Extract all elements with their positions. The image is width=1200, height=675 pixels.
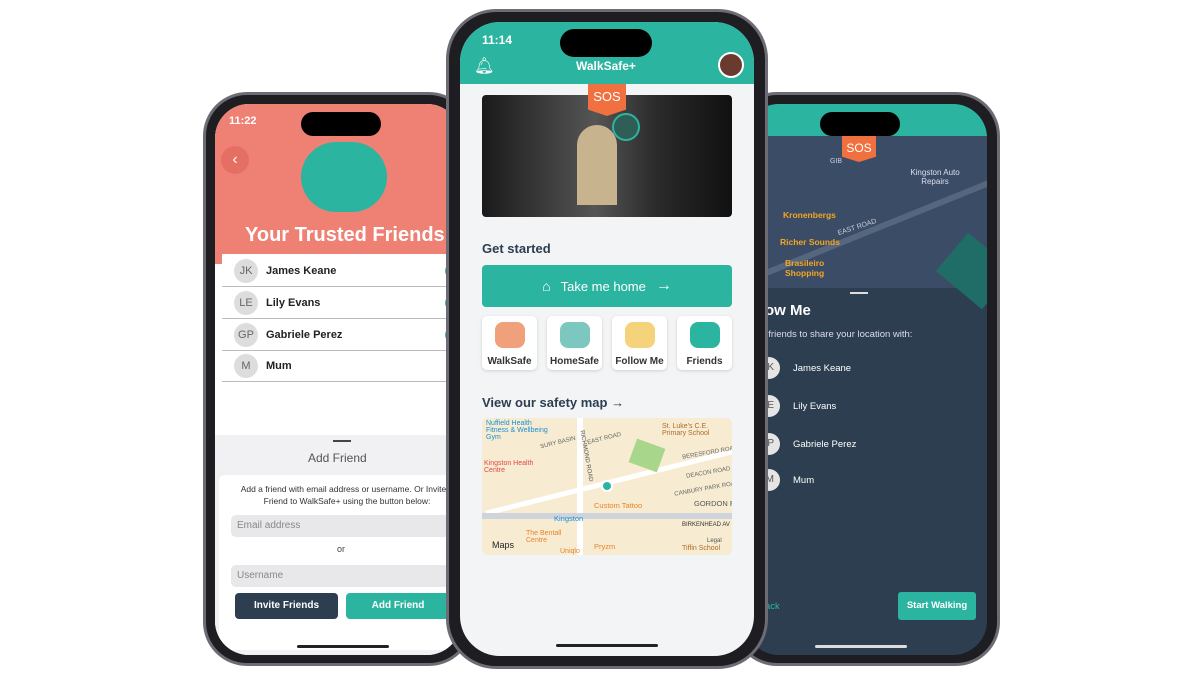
friend-name: Gabriele Perez xyxy=(266,329,343,341)
label: The Bentall Centre xyxy=(526,530,562,544)
safety-map-link[interactable]: View our safety map → xyxy=(482,395,624,410)
label: CANBURY PARK ROAD xyxy=(673,480,732,498)
label: Custom Tattoo xyxy=(594,501,643,510)
follow-me-icon xyxy=(624,322,655,348)
label: BIRKENHEAD AV xyxy=(682,522,730,528)
profile-avatar[interactable] xyxy=(718,52,744,78)
friends-list: JKJames Keane× LELily Evans× GPGabriele … xyxy=(222,254,461,394)
label: Follow Me xyxy=(615,356,664,367)
back-button[interactable]: ‹ xyxy=(221,146,249,174)
friend-row[interactable]: GPGabriele Perez× xyxy=(222,320,461,351)
tile-follow-me[interactable]: Follow Me xyxy=(612,316,667,370)
home-icon: ⌂ xyxy=(542,278,551,294)
right-screen: GIB Kingston Auto Repairs Kronenbergs EA… xyxy=(745,104,987,655)
shield-icon xyxy=(612,113,640,141)
subtitle: t friends to share your location with: xyxy=(763,329,913,340)
email-field[interactable]: Email address xyxy=(231,515,461,537)
maps-logo: Maps xyxy=(492,540,515,550)
label: View our safety map xyxy=(482,395,608,410)
friend-option[interactable]: Gabriele Perez xyxy=(793,439,856,450)
label: Kingston Health Centre xyxy=(484,460,534,474)
map-label: Brasileiro Shopping xyxy=(785,258,825,278)
tile-homesafe[interactable]: HomeSafe xyxy=(547,316,602,370)
friend-name: Mum xyxy=(266,360,292,372)
page-title: Your Trusted Friends xyxy=(245,224,445,246)
location-pin xyxy=(601,480,613,492)
sos-button[interactable]: SOS xyxy=(842,136,876,162)
map-label: Kingston Auto Repairs xyxy=(910,168,960,186)
friends-icon xyxy=(689,322,720,348)
walksafe-icon xyxy=(494,322,525,348)
avatar: LE xyxy=(234,291,258,315)
take-me-home-button[interactable]: ⌂ Take me home → xyxy=(482,265,732,307)
invite-friends-button[interactable]: Invite Friends xyxy=(235,593,338,619)
label: GORDON R xyxy=(694,499,732,508)
friend-row[interactable]: JKJames Keane× xyxy=(222,256,461,287)
arrow-right-icon: → xyxy=(655,277,672,294)
safety-map[interactable]: Nuffield Health Fitness & Wellbeing Gym … xyxy=(482,418,732,555)
friends-illustration-icon xyxy=(301,142,387,212)
avatar: M xyxy=(234,354,258,378)
follow-me-title: ow Me xyxy=(765,302,811,319)
friend-option[interactable]: James Keane xyxy=(793,363,851,374)
sheet-title: Add Friend xyxy=(308,451,367,465)
label: Kingston xyxy=(554,514,584,523)
bell-icon[interactable]: 🔔︎ xyxy=(474,56,494,76)
status-time: 11:14 xyxy=(482,33,513,47)
tile-walksafe[interactable]: WalkSafe xyxy=(482,316,537,370)
friend-option[interactable]: Mum xyxy=(793,475,814,486)
label: Nuffield Health Fitness & Wellbeing Gym xyxy=(486,420,548,441)
label: HomeSafe xyxy=(550,356,599,367)
avatar: JK xyxy=(234,259,258,283)
center-screen: 11:14 🔔︎ WalkSafe+ SOS Get started ⌂ Tak… xyxy=(460,22,754,656)
label: Tiffin School xyxy=(682,545,721,552)
add-friend-button[interactable]: Add Friend xyxy=(346,593,450,619)
left-screen: 11:22 ‹ Your Trusted Friends JK James Kea… xyxy=(215,104,461,655)
take-me-home-label: Take me home xyxy=(560,278,646,294)
map-label: Kronenbergs xyxy=(783,210,836,220)
friend-name: James Keane xyxy=(266,265,337,277)
label: Uniqlo xyxy=(560,548,580,555)
homesafe-icon xyxy=(559,322,590,348)
label: EAST ROAD xyxy=(586,431,622,447)
username-field[interactable]: Username xyxy=(231,565,461,587)
friend-option[interactable]: Lily Evans xyxy=(793,401,836,412)
avatar: GP xyxy=(234,323,258,347)
sheet-description: Add a friend with email address or usern… xyxy=(240,484,454,506)
friend-row[interactable]: M Mum xyxy=(222,351,461,382)
label: Friends xyxy=(686,356,723,367)
map-label: Richer Sounds xyxy=(780,237,840,247)
label: Legal xyxy=(707,538,722,544)
label: St. Luke's C.E. Primary School xyxy=(662,423,710,437)
app-title: WalkSafe+ xyxy=(576,59,636,73)
add-friend-sheet: Add Friend Add a friend with email addre… xyxy=(215,435,461,655)
status-time: 11:22 xyxy=(229,115,257,127)
label: Pryzm xyxy=(594,542,616,551)
or-label: or xyxy=(337,544,346,554)
label: GIB xyxy=(830,158,843,165)
label: DEACON ROAD xyxy=(685,466,731,480)
start-walking-button[interactable]: Start Walking xyxy=(898,592,976,620)
label: WalkSafe xyxy=(487,356,532,367)
arrow-right-icon: → xyxy=(611,395,625,410)
friend-row[interactable]: LELily Evans× xyxy=(222,288,461,319)
friend-name: Lily Evans xyxy=(266,297,321,309)
get-started-heading: Get started xyxy=(482,241,551,256)
tile-friends[interactable]: Friends xyxy=(677,316,732,370)
sos-button[interactable]: SOS xyxy=(588,84,626,116)
